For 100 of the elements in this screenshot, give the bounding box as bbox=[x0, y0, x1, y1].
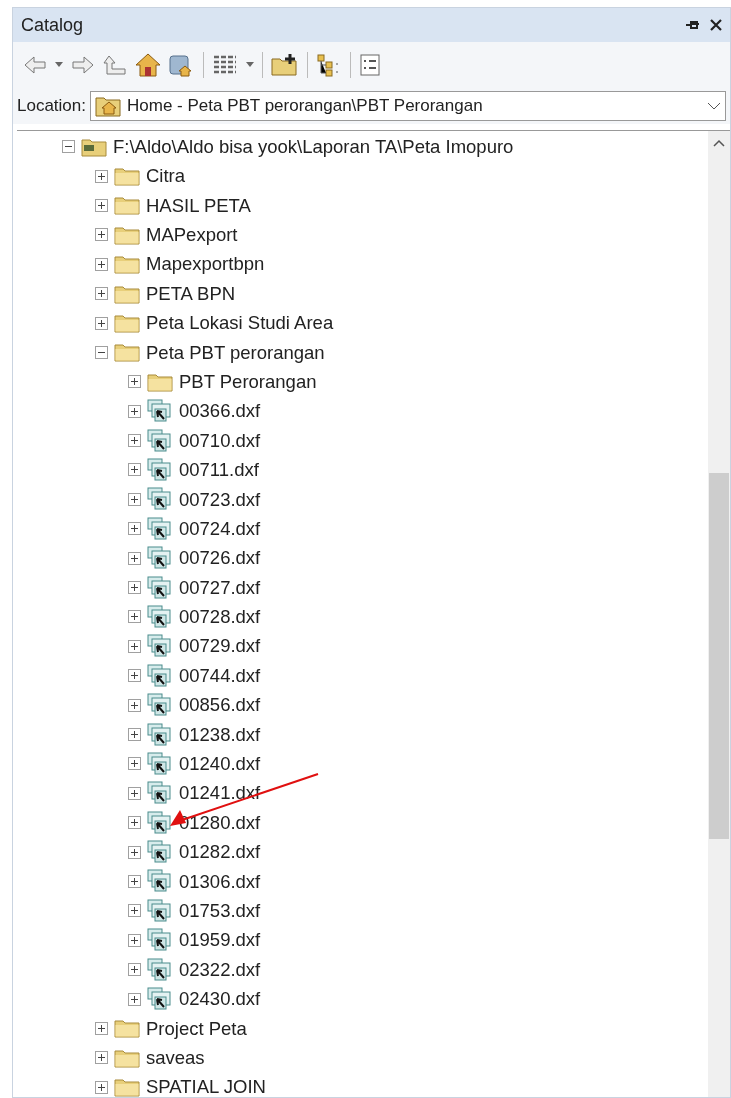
cad-file-icon bbox=[147, 987, 173, 1011]
expand-toggle[interactable] bbox=[128, 463, 141, 477]
tree-item-label[interactable]: Project Peta bbox=[146, 1014, 247, 1043]
expand-toggle[interactable] bbox=[128, 551, 141, 565]
expand-toggle[interactable] bbox=[128, 581, 141, 595]
up-level-icon[interactable] bbox=[103, 54, 127, 76]
scroll-thumb[interactable] bbox=[709, 473, 729, 839]
folder-icon bbox=[114, 224, 140, 245]
expand-toggle[interactable] bbox=[95, 1021, 108, 1035]
tree-item-label[interactable]: 00729.dxf bbox=[179, 632, 261, 661]
scrollbar[interactable] bbox=[708, 131, 730, 1097]
expand-toggle[interactable] bbox=[95, 198, 108, 212]
expand-toggle[interactable] bbox=[128, 816, 141, 830]
expand-toggle[interactable] bbox=[128, 698, 141, 712]
expand-toggle[interactable] bbox=[128, 786, 141, 800]
close-icon[interactable] bbox=[710, 19, 722, 31]
expand-toggle[interactable] bbox=[95, 228, 108, 242]
expand-toggle[interactable] bbox=[128, 933, 141, 947]
tree-item-label[interactable]: 00366.dxf bbox=[179, 397, 261, 426]
dropdown-caret-icon[interactable] bbox=[55, 62, 63, 68]
expand-toggle[interactable] bbox=[95, 257, 108, 271]
tree-item-label[interactable]: Peta Lokasi Studi Area bbox=[146, 309, 334, 337]
tree-item-label[interactable]: 00711.dxf bbox=[179, 456, 259, 484]
folder-icon bbox=[114, 195, 140, 216]
expand-toggle[interactable] bbox=[95, 287, 108, 301]
list-view-icon[interactable] bbox=[359, 53, 381, 77]
tree-item-label[interactable]: 00723.dxf bbox=[179, 485, 261, 514]
cad-file-icon bbox=[147, 810, 173, 835]
add-folder-icon[interactable] bbox=[271, 53, 299, 77]
tree-item-label[interactable]: 01282.dxf bbox=[179, 838, 261, 866]
expand-toggle[interactable] bbox=[128, 639, 141, 653]
tree-item-label[interactable]: 01306.dxf bbox=[179, 867, 261, 896]
tree-item-label[interactable]: 00728.dxf bbox=[179, 603, 261, 631]
expand-toggle[interactable] bbox=[95, 169, 108, 183]
cad-file-icon bbox=[147, 575, 173, 600]
tree-item-label[interactable]: 02430.dxf bbox=[179, 985, 261, 1013]
tree-item-label[interactable]: PBT Perorangan bbox=[179, 367, 317, 396]
tree-item-label[interactable]: Mapexportbpn bbox=[146, 250, 265, 279]
scroll-up-icon[interactable] bbox=[713, 139, 725, 147]
cad-file-icon bbox=[147, 487, 173, 512]
tree-item-label[interactable]: SPATIAL JOIN bbox=[146, 1073, 266, 1097]
tree-item-label[interactable]: 00744.dxf bbox=[179, 661, 261, 690]
cad-file-icon bbox=[147, 928, 173, 953]
tree-item-label[interactable]: saveas bbox=[146, 1043, 205, 1072]
cad-file-icon bbox=[147, 869, 173, 894]
tree-item-label[interactable]: 00724.dxf bbox=[179, 514, 261, 543]
expand-toggle[interactable] bbox=[128, 610, 141, 624]
tree-item-label[interactable]: 01753.dxf bbox=[179, 896, 261, 925]
folder-icon bbox=[147, 371, 173, 392]
tree-item-label[interactable]: 01280.dxf bbox=[179, 808, 261, 837]
expand-toggle[interactable] bbox=[128, 434, 141, 448]
folder-icon bbox=[114, 313, 140, 334]
chevron-down-icon bbox=[707, 102, 721, 110]
tree-item-label[interactable]: 02322.dxf bbox=[179, 955, 261, 984]
tree-item-label[interactable]: 00710.dxf bbox=[179, 426, 261, 455]
expand-toggle[interactable] bbox=[128, 669, 141, 683]
tree-item-label[interactable]: Citra bbox=[146, 162, 186, 190]
back-arrow-icon[interactable] bbox=[23, 55, 47, 75]
expand-toggle[interactable] bbox=[128, 874, 141, 888]
window-title: Catalog bbox=[21, 13, 84, 37]
tree-item-label[interactable]: 00856.dxf bbox=[179, 691, 261, 719]
tree-item-label[interactable]: 01238.dxf bbox=[179, 720, 261, 749]
tree-item-label[interactable]: Peta PBT perorangan bbox=[146, 338, 325, 367]
cad-file-icon bbox=[147, 722, 173, 747]
folder-icon bbox=[114, 1047, 140, 1068]
cad-file-icon bbox=[147, 781, 173, 806]
forward-arrow-icon[interactable] bbox=[71, 55, 95, 75]
tree-item-label[interactable]: 00726.dxf bbox=[179, 544, 261, 573]
tree-item-label[interactable]: MAPexport bbox=[146, 221, 238, 249]
expand-toggle[interactable] bbox=[128, 728, 141, 741]
tree-item-label[interactable]: HASIL PETA bbox=[146, 191, 251, 220]
cad-file-icon bbox=[147, 693, 173, 718]
collapse-toggle[interactable] bbox=[95, 345, 108, 359]
expand-toggle[interactable] bbox=[95, 316, 108, 330]
tree-item-label[interactable]: 01959.dxf bbox=[179, 926, 261, 955]
expand-toggle[interactable] bbox=[128, 992, 141, 1006]
home-icon[interactable] bbox=[135, 53, 161, 77]
expand-toggle[interactable] bbox=[128, 904, 141, 918]
expand-toggle[interactable] bbox=[128, 845, 141, 859]
cad-file-icon bbox=[147, 840, 173, 865]
tree-item-label[interactable]: F:\Aldo\Aldo bisa yook\Laporan TA\Peta Imopuro bbox=[113, 132, 514, 161]
expand-toggle[interactable] bbox=[95, 1051, 108, 1065]
expand-toggle[interactable] bbox=[128, 375, 141, 389]
tree-item-label[interactable]: PETA BPN bbox=[146, 279, 236, 308]
tree-item-label[interactable]: 01240.dxf bbox=[179, 750, 261, 778]
table-view-icon[interactable] bbox=[212, 54, 238, 76]
home-folder-icon bbox=[95, 95, 121, 117]
expand-toggle[interactable] bbox=[128, 522, 141, 536]
expand-toggle[interactable] bbox=[95, 1080, 108, 1094]
tree-item-label[interactable]: 00727.dxf bbox=[179, 573, 261, 602]
expand-toggle[interactable] bbox=[128, 404, 141, 418]
dropdown-caret-icon[interactable] bbox=[246, 62, 254, 68]
pin-icon[interactable] bbox=[686, 19, 700, 31]
tree-item-label[interactable]: 01241.dxf bbox=[179, 779, 261, 808]
location-dropdown[interactable]: Home - Peta PBT perorangan\PBT Perorangan bbox=[90, 91, 726, 121]
collapse-toggle[interactable] bbox=[62, 140, 75, 154]
expand-toggle[interactable] bbox=[128, 963, 141, 977]
expand-toggle[interactable] bbox=[128, 757, 141, 771]
location-label: Location: bbox=[17, 95, 86, 118]
expand-toggle[interactable] bbox=[128, 492, 141, 506]
